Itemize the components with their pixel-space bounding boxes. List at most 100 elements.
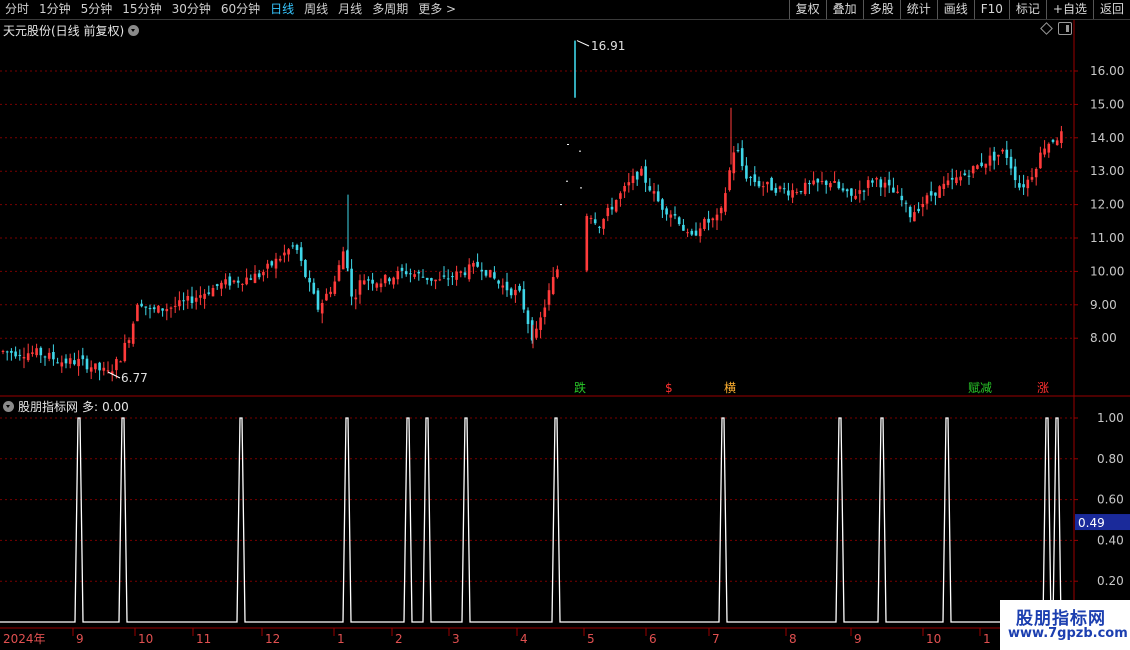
candle-body-85 xyxy=(358,280,362,295)
candle-body-67 xyxy=(283,252,286,256)
low-label: 6.77 xyxy=(121,371,148,385)
candle-body-25 xyxy=(106,370,110,372)
candle-body-36 xyxy=(152,307,156,310)
candle-body-132 xyxy=(556,269,559,278)
candle-body-3 xyxy=(14,351,17,357)
candle-body-97 xyxy=(409,273,412,275)
candle-body-121 xyxy=(509,288,513,296)
candle-body-189 xyxy=(820,180,824,182)
candle-body-141 xyxy=(619,193,622,199)
candle-body-145 xyxy=(635,171,639,180)
candle-body-217 xyxy=(938,186,941,198)
candle-body-87 xyxy=(367,279,370,281)
candle-body-208 xyxy=(900,195,904,201)
candle-body-104 xyxy=(438,279,442,281)
candle-body-15 xyxy=(64,358,68,364)
candle-body-220 xyxy=(950,177,954,180)
candle-body-224 xyxy=(967,175,971,177)
candle-body-63 xyxy=(266,263,269,269)
candle-body-94 xyxy=(396,271,400,280)
price-tick-7: 9.00 xyxy=(1090,298,1117,312)
candle-body-236 xyxy=(1018,183,1021,188)
candle-body-1 xyxy=(5,351,9,353)
candle-body-168 xyxy=(732,152,736,174)
candle-body-157 xyxy=(686,232,689,234)
candle-body-218 xyxy=(942,183,946,189)
candle-body-186 xyxy=(808,183,811,185)
ind-tick-2: 0.60 xyxy=(1097,493,1124,507)
candle-body-170 xyxy=(740,148,744,167)
month-label-14: 1 xyxy=(983,632,991,646)
candle-body-17 xyxy=(73,360,76,365)
candle-body-53 xyxy=(224,279,227,285)
candle-body-178 xyxy=(774,187,778,193)
candle-body-203 xyxy=(879,179,883,188)
candle-body-181 xyxy=(787,190,790,196)
candle-body-117 xyxy=(493,272,496,279)
candle-body-100 xyxy=(421,276,425,278)
kline-chart[interactable]: 16.0015.0014.0013.0012.0011.0010.009.008… xyxy=(0,0,1130,650)
ind-tick-3: 0.40 xyxy=(1097,533,1124,547)
candle-body-77 xyxy=(325,293,328,301)
candle-body-103 xyxy=(434,279,437,282)
candle-body-125 xyxy=(526,310,530,325)
candle-body-105 xyxy=(442,275,446,277)
candle-body-22 xyxy=(94,363,97,370)
candle-body-184 xyxy=(799,191,803,193)
candle-body-195 xyxy=(845,189,849,192)
ind-tick-1: 0.80 xyxy=(1097,452,1124,466)
candle-body-166 xyxy=(724,193,727,212)
candle-body-45 xyxy=(190,296,194,304)
price-tick-8: 8.00 xyxy=(1090,331,1117,345)
candle-body-164 xyxy=(715,214,719,221)
candle-body-42 xyxy=(178,300,181,307)
candle-body-188 xyxy=(816,178,820,183)
candle-body-54 xyxy=(228,276,232,286)
candle-body-222 xyxy=(959,176,962,181)
candle-body-140 xyxy=(614,199,618,212)
candle-body-8 xyxy=(35,348,38,356)
candle-body-48 xyxy=(203,293,206,299)
candle-body-182 xyxy=(791,190,794,198)
candle-body-223 xyxy=(963,173,967,176)
candle-body-30 xyxy=(127,340,131,343)
candle-body-13 xyxy=(56,362,59,364)
candle-body-159 xyxy=(694,230,698,236)
candle-body-198 xyxy=(858,190,862,194)
candle-body-10 xyxy=(43,356,47,358)
candle-body-111 xyxy=(467,264,471,280)
candle-body-244 xyxy=(1051,139,1055,142)
candle-body-234 xyxy=(1009,156,1013,169)
candle-body-72 xyxy=(304,259,307,277)
candle-body-191 xyxy=(829,183,832,188)
candle-body-16 xyxy=(68,358,72,364)
price-tick-0: 16.00 xyxy=(1090,64,1124,78)
price-tick-2: 14.00 xyxy=(1090,131,1124,145)
indicator-signal-line xyxy=(0,417,1074,623)
candle-body-108 xyxy=(455,271,458,280)
candle-body-6 xyxy=(26,353,30,361)
candle-body-76 xyxy=(320,303,324,314)
candle-body-2 xyxy=(10,350,13,353)
candle-body-210 xyxy=(908,206,912,218)
candle-body-138 xyxy=(606,207,610,217)
candle-body-101 xyxy=(425,277,429,280)
candle-body-32 xyxy=(136,304,139,322)
candle-body-207 xyxy=(896,191,899,193)
candle-body-201 xyxy=(871,180,874,183)
candle-body-165 xyxy=(719,207,723,214)
candle-body-237 xyxy=(1022,184,1025,188)
candle-body-238 xyxy=(1026,179,1030,189)
candle-body-102 xyxy=(430,278,433,281)
candle-body-246 xyxy=(1060,131,1063,144)
candle-body-69 xyxy=(291,245,295,247)
candle-body-172 xyxy=(749,176,752,178)
candle-body-214 xyxy=(925,195,929,204)
candle-body-0 xyxy=(1,350,5,352)
candle-body-86 xyxy=(362,280,366,285)
candle-body-177 xyxy=(770,177,773,191)
candle-body-34 xyxy=(144,306,148,308)
signal-label-1: $ xyxy=(665,381,673,395)
candle-body-124 xyxy=(522,289,526,310)
candle-body-245 xyxy=(1055,140,1059,146)
